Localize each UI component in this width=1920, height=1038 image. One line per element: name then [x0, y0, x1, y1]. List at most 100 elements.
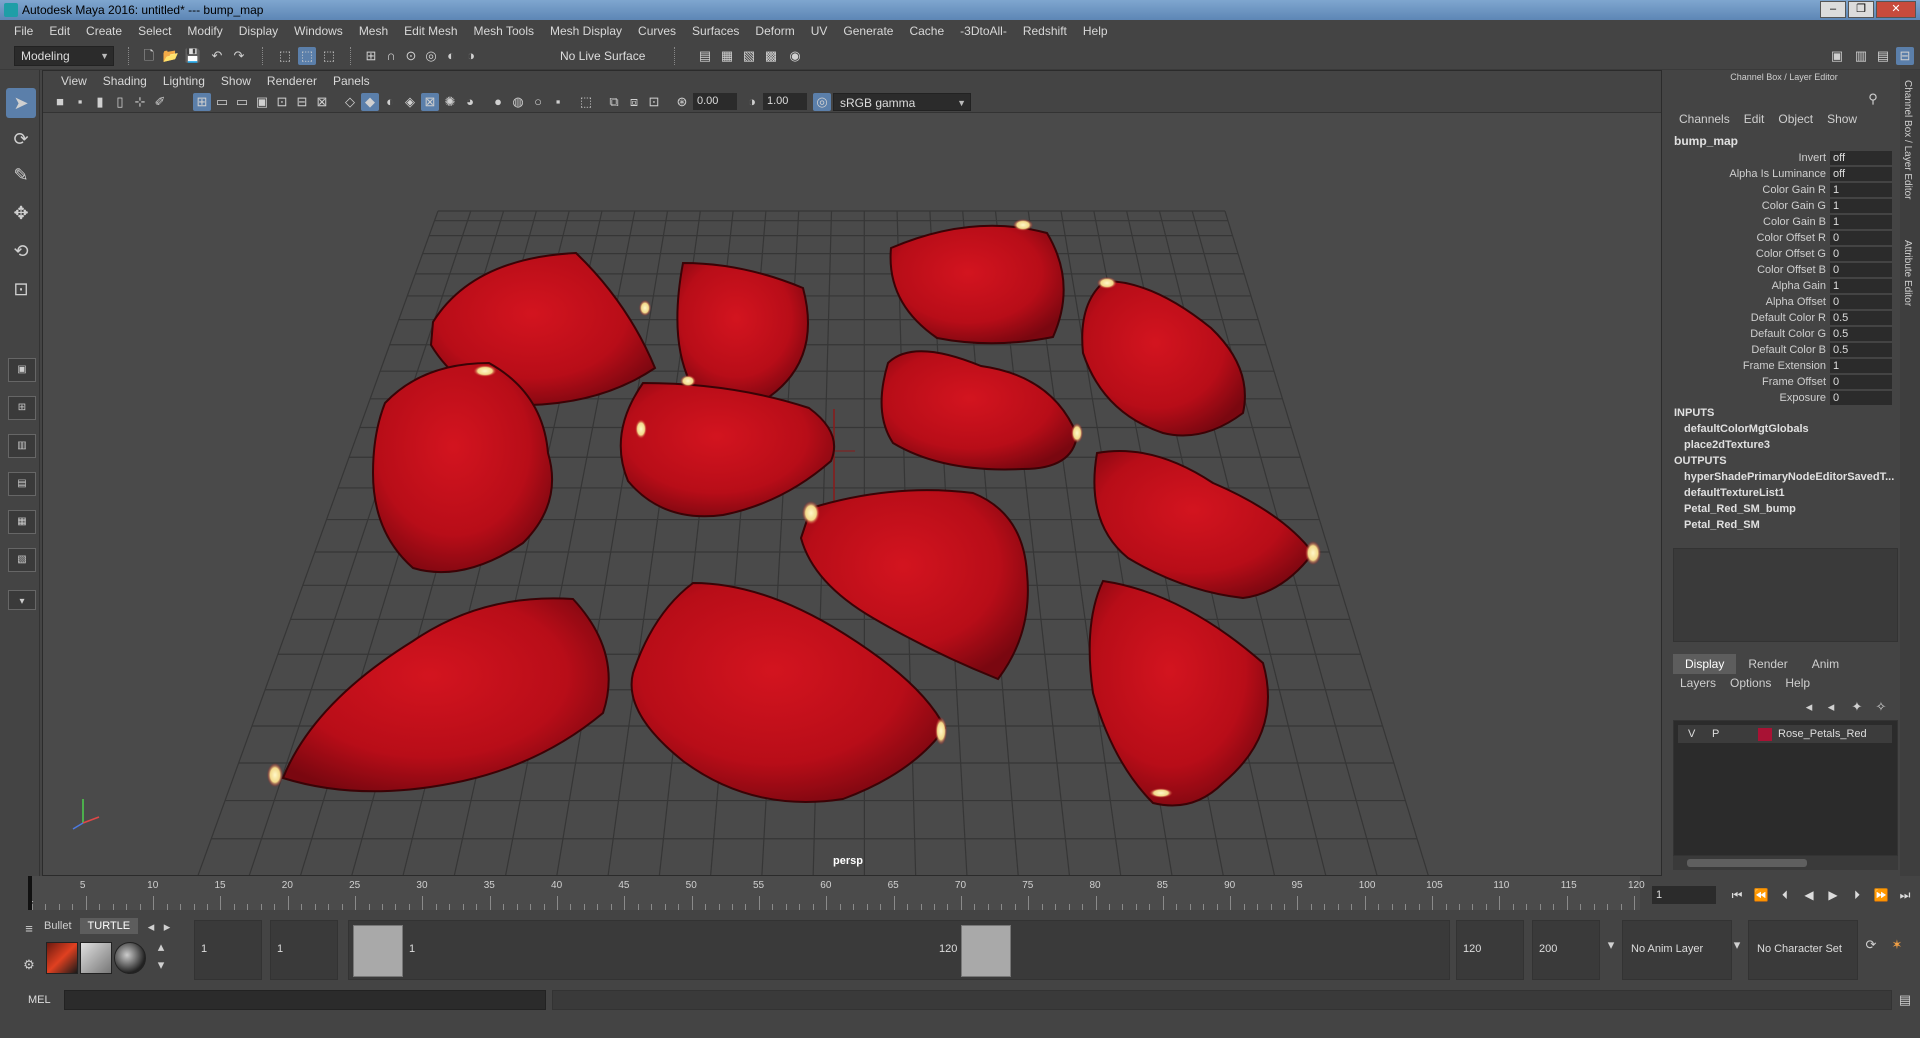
menu-edit[interactable]: Edit — [41, 24, 78, 38]
scene-view[interactable] — [43, 113, 1661, 875]
shelf-menu-icon[interactable]: ≡ — [20, 920, 38, 938]
attribute-value[interactable]: 1 — [1830, 183, 1892, 197]
persp-outliner-layout-icon[interactable]: ▥ — [8, 434, 36, 458]
new-empty-layer-icon[interactable]: ✦ — [1848, 698, 1866, 716]
attribute-value[interactable]: 0 — [1830, 263, 1892, 277]
default-material-icon[interactable]: ◐ — [381, 93, 399, 111]
step-forward-key-icon[interactable]: ⏩ — [1872, 886, 1890, 904]
menu-set-dropdown[interactable]: Modeling ▼ — [14, 46, 114, 66]
rotate-tool-icon[interactable]: ⟲ — [6, 236, 36, 266]
rose-petal[interactable] — [889, 224, 1065, 345]
wireframe-icon[interactable]: ◇ — [341, 93, 359, 111]
snap-point-icon[interactable]: ⊙ — [402, 47, 420, 65]
menu-help[interactable]: Help — [1075, 24, 1116, 38]
output-node[interactable]: Petal_Red_SM — [1684, 519, 1760, 531]
vp-menu-shading[interactable]: Shading — [95, 74, 155, 88]
bookmark-icon[interactable]: ▮ — [91, 93, 109, 111]
go-to-start-icon[interactable]: ⏮ — [1728, 886, 1746, 904]
menu-windows[interactable]: Windows — [286, 24, 351, 38]
save-scene-icon[interactable]: 💾 — [184, 47, 202, 65]
maximize-button[interactable]: ❐ — [1848, 1, 1874, 18]
menu-3dtoall[interactable]: -3DtoAll- — [952, 24, 1015, 38]
cb-menu-channels[interactable]: Channels — [1672, 112, 1737, 126]
xray-components-icon[interactable]: ⊡ — [645, 93, 663, 111]
lasso-tool-icon[interactable]: ⟳ — [6, 124, 36, 154]
turtle-render-icon[interactable] — [46, 942, 78, 974]
shelf-scroll-right-icon[interactable]: ▸ — [158, 918, 176, 936]
attribute-value[interactable]: 0.5 — [1830, 327, 1892, 341]
turtle-bake-icon[interactable] — [80, 942, 112, 974]
go-to-end-icon[interactable]: ⏭ — [1896, 886, 1914, 904]
isolate-select-icon[interactable]: ⬚ — [577, 93, 595, 111]
cb-menu-show[interactable]: Show — [1820, 112, 1864, 126]
attribute-value[interactable]: off — [1830, 167, 1892, 181]
input-node[interactable]: place2dTexture3 — [1684, 439, 1770, 451]
move-layer-up-icon[interactable]: ◂ — [1800, 698, 1818, 716]
safe-action-icon[interactable]: ⊟ — [293, 93, 311, 111]
hypershade-icon[interactable]: ◉ — [786, 47, 804, 65]
menu-mesh-display[interactable]: Mesh Display — [542, 24, 630, 38]
layer-name[interactable]: Rose_Petals_Red — [1778, 725, 1867, 743]
channel-box-key-icon[interactable]: ⚲ — [1864, 90, 1882, 108]
grid-toggle-icon[interactable]: ⊞ — [193, 93, 211, 111]
color-management-icon[interactable]: ◎ — [813, 93, 831, 111]
anim-layer-dropdown[interactable]: No Anim Layer — [1622, 920, 1732, 980]
viewport-panel[interactable]: View Shading Lighting Show Renderer Pane… — [42, 70, 1662, 876]
snap-grid-icon[interactable]: ⊞ — [362, 47, 380, 65]
attribute-value[interactable]: 0 — [1830, 295, 1892, 309]
attribute-value[interactable]: 1 — [1830, 359, 1892, 373]
close-button[interactable]: ✕ — [1876, 1, 1916, 18]
input-node[interactable]: defaultColorMgtGlobals — [1684, 423, 1809, 435]
use-all-lights-icon[interactable]: ✺ — [441, 93, 459, 111]
current-time-indicator[interactable] — [28, 876, 32, 910]
rose-petal[interactable] — [1093, 450, 1315, 600]
attribute-value[interactable]: 0.5 — [1830, 311, 1892, 325]
turtle-sphere-icon[interactable] — [114, 942, 146, 974]
rose-petal[interactable] — [1088, 579, 1269, 807]
attribute-value[interactable]: 0 — [1830, 231, 1892, 245]
auto-key-icon[interactable]: ⟳ — [1862, 936, 1880, 954]
depth-of-field-icon[interactable]: ▪ — [549, 93, 567, 111]
move-layer-down-icon[interactable]: ◂ — [1822, 698, 1840, 716]
menu-surfaces[interactable]: Surfaces — [684, 24, 747, 38]
attribute-value[interactable]: off — [1830, 151, 1892, 165]
cb-menu-object[interactable]: Object — [1771, 112, 1820, 126]
layer-menu-layers[interactable]: Layers — [1673, 676, 1723, 690]
vp-menu-view[interactable]: View — [53, 74, 95, 88]
more-layouts-icon[interactable]: ▾ — [8, 590, 36, 610]
play-forwards-icon[interactable]: ▶ — [1824, 886, 1842, 904]
menu-generate[interactable]: Generate — [835, 24, 901, 38]
minimize-button[interactable]: – — [1820, 1, 1846, 18]
gamma-field[interactable]: 1.00 — [763, 93, 807, 110]
persp-graph-layout-icon[interactable]: ▤ — [8, 472, 36, 496]
gate-mask-icon[interactable]: ▣ — [253, 93, 271, 111]
step-back-frame-icon[interactable]: ⏴ — [1776, 886, 1794, 904]
field-chart-icon[interactable]: ⊡ — [273, 93, 291, 111]
layer-color-swatch[interactable] — [1758, 728, 1772, 741]
2d-pan-zoom-icon[interactable]: ⊹ — [131, 93, 149, 111]
tool-settings-icon[interactable]: ▤ — [1874, 47, 1892, 65]
new-layer-from-selection-icon[interactable]: ✧ — [1872, 698, 1890, 716]
undo-icon[interactable]: ↶ — [208, 47, 226, 65]
menu-mesh-tools[interactable]: Mesh Tools — [466, 24, 542, 38]
shelf-scroll-down-icon[interactable]: ▾ — [152, 956, 170, 974]
exposure-field[interactable]: 0.00 — [693, 93, 737, 110]
uv-editor-layout-icon[interactable]: ▧ — [8, 548, 36, 572]
layer-playback-toggle[interactable]: P — [1712, 725, 1719, 743]
screen-space-ao-icon[interactable]: ● — [489, 93, 507, 111]
output-node[interactable]: Petal_Red_SM_bump — [1684, 503, 1796, 515]
vp-menu-lighting[interactable]: Lighting — [155, 74, 213, 88]
tab-display[interactable]: Display — [1673, 654, 1737, 674]
menu-create[interactable]: Create — [78, 24, 130, 38]
attribute-value[interactable]: 1 — [1830, 199, 1892, 213]
ipr-render-icon[interactable]: ▧ — [740, 47, 758, 65]
smooth-shade-icon[interactable]: ◆ — [361, 93, 379, 111]
playback-start-field[interactable]: 1 — [270, 920, 338, 980]
menu-cache[interactable]: Cache — [901, 24, 952, 38]
snap-curve-icon[interactable]: ∩ — [382, 47, 400, 65]
menu-redshift[interactable]: Redshift — [1015, 24, 1075, 38]
live-surface-field[interactable]: No Live Surface — [554, 47, 666, 65]
motion-blur-icon[interactable]: ◍ — [509, 93, 527, 111]
layer-menu-help[interactable]: Help — [1778, 676, 1817, 690]
vp-menu-panels[interactable]: Panels — [325, 74, 378, 88]
